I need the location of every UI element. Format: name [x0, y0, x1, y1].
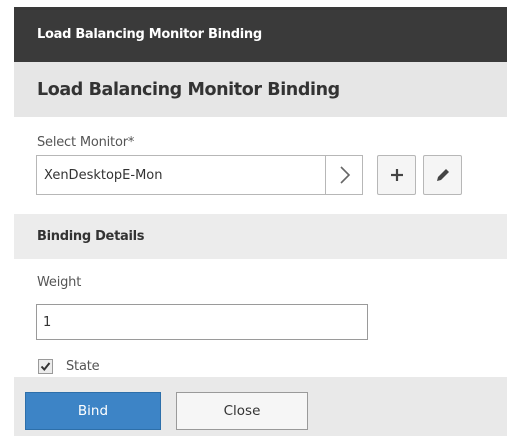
state-label[interactable]: State — [66, 359, 100, 374]
weight-label: Weight — [37, 275, 82, 290]
weight-input[interactable]: 1 — [36, 304, 368, 340]
pencil-icon — [436, 169, 449, 181]
state-checkbox[interactable] — [38, 359, 53, 374]
close-button[interactable]: Close — [176, 392, 308, 430]
chevron-right-icon — [340, 166, 351, 184]
binding-details-title: Binding Details — [37, 229, 145, 244]
dialog-title: Load Balancing Monitor Binding — [37, 27, 262, 42]
panel-title: Load Balancing Monitor Binding — [37, 79, 340, 100]
weight-value: 1 — [43, 314, 52, 330]
edit-monitor-button[interactable] — [423, 155, 462, 195]
binding-details-header: Binding Details — [14, 214, 507, 259]
bind-button[interactable]: Bind — [25, 392, 161, 430]
select-monitor-field[interactable]: XenDesktopE-Mon — [36, 155, 325, 195]
checkmark-icon — [40, 362, 51, 372]
select-monitor-value: XenDesktopE-Mon — [44, 167, 163, 183]
panel-header: Load Balancing Monitor Binding — [14, 62, 507, 117]
dialog-titlebar: Load Balancing Monitor Binding — [14, 7, 507, 62]
select-monitor-label: Select Monitor* — [37, 135, 135, 150]
plus-icon — [390, 169, 403, 181]
add-monitor-button[interactable] — [377, 155, 416, 195]
select-monitor-navigate-button[interactable] — [325, 155, 363, 195]
